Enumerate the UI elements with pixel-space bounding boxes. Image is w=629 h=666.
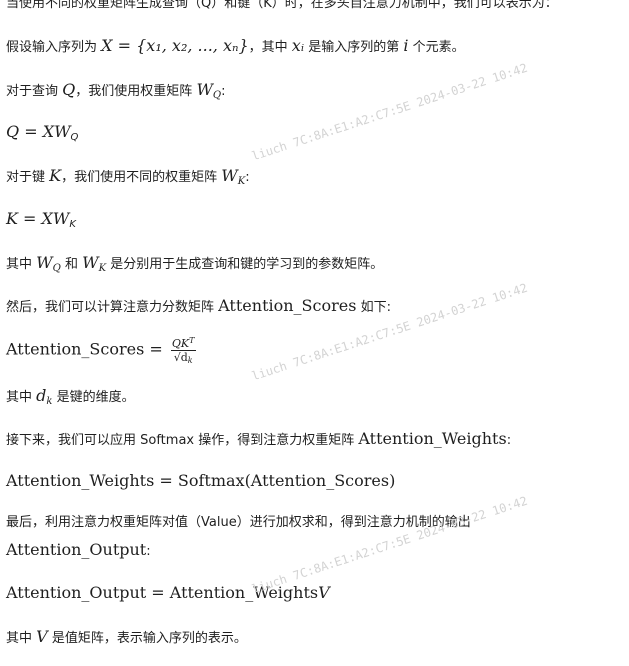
intro-sentence: 当使用不同的权重矩阵生成查询（Q）和键（K）时，在多头自注意力机制中，我们可以表… [6, 0, 558, 11]
math-dk: dk [36, 386, 53, 407]
eq-key-sub: K [69, 219, 76, 230]
text-segment: 对于查询 [6, 84, 59, 99]
math-attention-scores: Attention_Scores [218, 296, 357, 315]
text-segment: ，我们使用权重矩阵 [75, 84, 193, 99]
text-segment: 其中 [6, 631, 33, 646]
math-v: V [36, 627, 48, 646]
equation-query: Q = XWQ [6, 122, 78, 144]
text-segment: ，我们使用不同的权重矩阵 [61, 170, 218, 185]
eq-output-v: V [318, 583, 330, 602]
math-attention-weights: Attention_Weights [358, 429, 507, 448]
text-segment: 个元素。 [412, 40, 465, 55]
parameter-matrices-line: 其中 WQ 和 WK 是分别用于生成查询和键的学习到的参数矩阵。 [6, 253, 383, 275]
math-wk: WK [82, 253, 107, 274]
text-segment: 接下来，我们可以应用 Softmax 操作，得到注意力权重矩阵 [6, 433, 355, 448]
math-xi: xᵢ [291, 36, 305, 55]
text-segment: 和 [64, 257, 78, 272]
eq-key-body: K = XW [6, 209, 70, 228]
eq-scores-lhs: Attention_Scores = [6, 339, 163, 359]
text-segment: 是键的维度。 [56, 390, 135, 405]
input-sequence-line: 假设输入序列为 X = {x₁, x₂, ..., xₙ}，其中 xᵢ 是输入序… [6, 36, 465, 56]
text-segment: 其中 [6, 257, 33, 272]
softmax-intro: 接下来，我们可以应用 Softmax 操作，得到注意力权重矩阵 Attentio… [6, 429, 511, 449]
equation-softmax: Attention_Weights = Softmax(Attention_Sc… [6, 471, 395, 491]
equation-key: K = XWK [6, 209, 76, 231]
math-wk: WK [221, 166, 246, 187]
eq-query-sub: Q [70, 132, 79, 143]
eq-query-body: Q = XW [6, 122, 71, 141]
math-attention-output: Attention_Output [6, 540, 147, 559]
text-segment: : [221, 84, 226, 99]
math-i: i [403, 36, 409, 55]
output-intro-cont: Attention_Output: [6, 540, 151, 560]
value-matrix-line: 其中 V 是值矩阵，表示输入序列的表示。 [6, 627, 247, 647]
text-segment: 其中 [6, 390, 33, 405]
math-sequence-def: X = {x₁, x₂, ..., xₙ} [101, 36, 249, 55]
eq-output-body: Attention_Output = Attention_Weights [6, 583, 319, 602]
watermark: liuch 7C:8A:E1:A2:C7:5E 2024-03-22 10:42 [250, 60, 530, 164]
math-k: K [49, 166, 62, 185]
text-segment: ，其中 [248, 40, 288, 55]
equation-attention-scores: Attention_Scores = QKT √dk [6, 335, 196, 367]
text-segment: 然后，我们可以计算注意力分数矩阵 [6, 300, 215, 315]
eq-softmax-body: Attention_Weights = Softmax(Attention_Sc… [6, 471, 396, 490]
query-weight-line: 对于查询 Q，我们使用权重矩阵 WQ: [6, 80, 225, 102]
math-wq: WQ [196, 80, 222, 101]
text-segment: 是分别用于生成查询和键的学习到的参数矩阵。 [110, 257, 384, 272]
output-intro: 最后，利用注意力权重矩阵对值（Value）进行加权求和，得到注意力机制的输出 [6, 515, 471, 531]
text-segment: : [506, 433, 512, 448]
watermark: liuch 7C:8A:E1:A2:C7:5E 2024-03-22 10:42 [250, 493, 530, 597]
key-dimension-line: 其中 dk 是键的维度。 [6, 386, 135, 408]
text-segment: 最后，利用注意力权重矩阵对值（Value）进行加权求和，得到注意力机制的输出 [6, 515, 471, 530]
attention-scores-intro: 然后，我们可以计算注意力分数矩阵 Attention_Scores 如下: [6, 296, 391, 316]
math-q: Q [62, 80, 76, 99]
text-segment: : [245, 170, 250, 185]
text-segment: 如下: [360, 300, 391, 315]
equation-output: Attention_Output = Attention_WeightsV [6, 583, 330, 603]
intro-text: 当使用不同的权重矩阵生成查询（Q）和键（K）时，在多头自注意力机制中，我们可以表… [6, 0, 558, 12]
text-segment: : [146, 544, 151, 559]
key-weight-line: 对于键 K，我们使用不同的权重矩阵 WK: [6, 166, 250, 188]
eq-scores-fraction: QKT √dk [170, 336, 196, 365]
text-segment: 对于键 [6, 170, 46, 185]
text-segment: 是值矩阵，表示输入序列的表示。 [51, 631, 247, 646]
text-segment: 假设输入序列为 [6, 40, 98, 55]
text-segment: 是输入序列的第 [308, 40, 400, 55]
math-wq: WQ [36, 253, 61, 274]
